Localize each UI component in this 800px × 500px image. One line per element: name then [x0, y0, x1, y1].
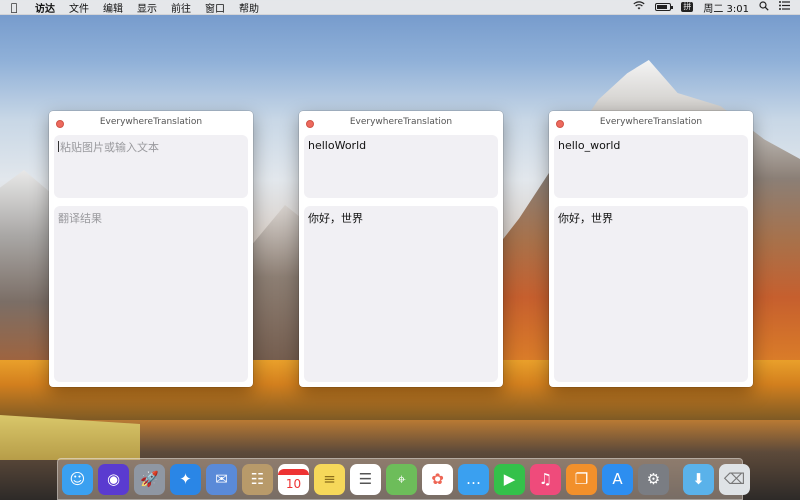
- photos-icon[interactable]: ✿: [422, 463, 453, 495]
- close-button[interactable]: [556, 120, 564, 128]
- battery-level: [657, 5, 667, 9]
- ibooks-icon[interactable]: ❐: [566, 463, 597, 495]
- source-text-input[interactable]: helloWorld: [304, 135, 498, 198]
- siri-icon[interactable]: ◉: [98, 463, 129, 495]
- finder-icon[interactable]: ☺: [62, 463, 93, 495]
- translation-window-1: EverywhereTranslation 粘贴图片或输入文本 翻译结果: [49, 111, 253, 387]
- input-method-badge[interactable]: 拼: [681, 2, 694, 12]
- calendar-day: 10: [285, 476, 302, 491]
- window-titlebar[interactable]: EverywhereTranslation: [49, 111, 253, 133]
- menu-finder[interactable]: 访达: [28, 0, 62, 15]
- app-store-icon[interactable]: A: [602, 463, 633, 495]
- source-text-input[interactable]: hello_world: [554, 135, 748, 198]
- launchpad-icon[interactable]: 🚀: [134, 463, 165, 495]
- contacts-icon[interactable]: ☷: [242, 463, 273, 495]
- window-title: EverywhereTranslation: [349, 117, 453, 127]
- window-titlebar[interactable]: EverywhereTranslation: [299, 111, 503, 133]
- output-text: 你好，世界: [308, 212, 363, 225]
- menu-bar:  访达 文件 编辑 显示 前往 窗口 帮助 拼 周二 3:01: [0, 0, 800, 15]
- input-placeholder: 粘贴图片或输入文本: [60, 141, 159, 154]
- menu-file[interactable]: 文件: [62, 0, 96, 15]
- system-preferences-icon[interactable]: ⚙: [638, 463, 669, 495]
- text-caret: [58, 141, 59, 152]
- mail-photo-icon[interactable]: ✉: [206, 463, 237, 495]
- input-text: helloWorld: [308, 139, 367, 152]
- maps-icon[interactable]: ⌖: [386, 463, 417, 495]
- menu-help[interactable]: 帮助: [232, 0, 266, 15]
- spotlight-search-icon[interactable]: [759, 0, 769, 14]
- calendar-icon[interactable]: 10: [278, 463, 309, 495]
- facetime-icon[interactable]: ▶: [494, 463, 525, 495]
- close-button[interactable]: [56, 120, 64, 128]
- grass-shore: [0, 415, 140, 460]
- battery-icon[interactable]: [655, 3, 674, 11]
- dock: ☺ ◉ 🚀 ✦ ✉ ☷ 10 ≡ ☰ ⌖ ✿… ▶ ♫ ❐ A ⚙ ⬇ ⌫: [57, 458, 750, 500]
- close-button[interactable]: [306, 120, 314, 128]
- trash-icon[interactable]: ⌫: [719, 463, 750, 495]
- status-area: 拼 周二 3:01: [633, 0, 800, 15]
- clock[interactable]: 周二 3:01: [703, 0, 749, 15]
- translation-output[interactable]: 你好，世界: [304, 206, 498, 382]
- translation-output[interactable]: 你好，世界: [554, 206, 748, 382]
- menu-window[interactable]: 窗口: [198, 0, 232, 15]
- menu-view[interactable]: 显示: [130, 0, 164, 15]
- itunes-icon[interactable]: ♫: [530, 463, 561, 495]
- safari-icon[interactable]: ✦: [170, 463, 201, 495]
- menu-go[interactable]: 前往: [164, 0, 198, 15]
- notes-icon[interactable]: ≡: [314, 463, 345, 495]
- input-text: hello_world: [558, 139, 621, 152]
- translation-window-3: EverywhereTranslation hello_world 你好，世界: [549, 111, 753, 387]
- window-titlebar[interactable]: EverywhereTranslation: [549, 111, 753, 133]
- wifi-icon[interactable]: [633, 1, 645, 13]
- window-title: EverywhereTranslation: [99, 117, 203, 127]
- calendar-header: [278, 468, 309, 475]
- notification-center-icon[interactable]: [779, 1, 790, 13]
- messages-icon[interactable]: …: [458, 463, 489, 495]
- downloads-folder-icon[interactable]: ⬇: [683, 463, 714, 495]
- source-text-input[interactable]: 粘贴图片或输入文本: [54, 135, 248, 198]
- output-placeholder: 翻译结果: [58, 212, 102, 225]
- menu-edit[interactable]: 编辑: [96, 0, 130, 15]
- window-title: EverywhereTranslation: [599, 117, 703, 127]
- output-text: 你好，世界: [558, 212, 613, 225]
- translation-window-2: EverywhereTranslation helloWorld 你好，世界: [299, 111, 503, 387]
- reminders-icon[interactable]: ☰: [350, 463, 381, 495]
- translation-output[interactable]: 翻译结果: [54, 206, 248, 382]
- apple-logo-icon[interactable]: : [0, 1, 28, 14]
